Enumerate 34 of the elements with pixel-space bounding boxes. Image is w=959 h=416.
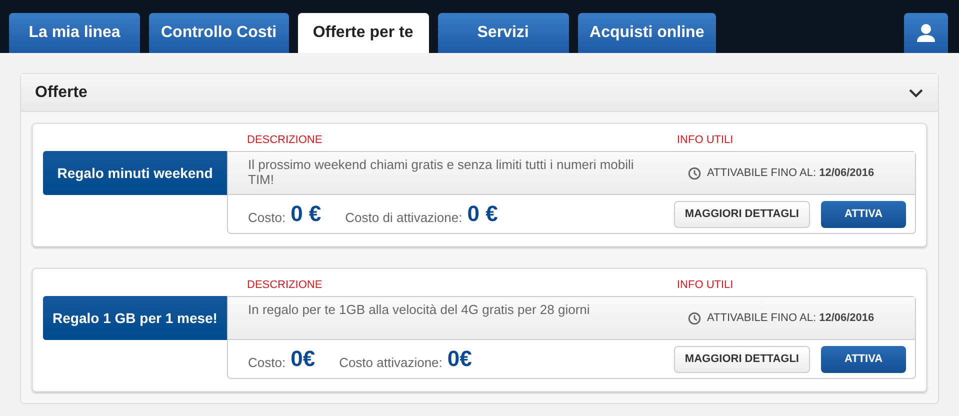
chevron-icon: [908, 88, 924, 98]
nav-tab[interactable]: La mia linea: [9, 13, 140, 53]
cost-label: Costo:: [248, 354, 286, 370]
details-button[interactable]: MAGGIORI DETTAGLI: [674, 200, 810, 228]
column-heading: INFO UTILI: [677, 279, 734, 291]
cost-label: Costo attivazione:: [339, 354, 442, 370]
availability-text: ATTIVABILE FINO AL: 12/06/2016: [707, 312, 874, 324]
activate-button[interactable]: ATTIVA: [821, 200, 906, 228]
nav-tab[interactable]: Servizi: [438, 13, 569, 53]
nav-tab[interactable]: Controllo Costi: [149, 13, 289, 53]
column-heading: INFO UTILI: [677, 134, 734, 146]
clock-icon: [688, 312, 701, 324]
details-button[interactable]: MAGGIORI DETTAGLI: [674, 346, 810, 372]
cost-value: 0 €: [467, 201, 498, 227]
cost-value: 0€: [447, 346, 472, 372]
nav-tab[interactable]: Offerte per te: [298, 13, 429, 53]
cost-label: Costo di attivazione:: [345, 210, 462, 224]
column-heading: DESCRIZIONE: [247, 134, 324, 146]
column-heading: DESCRIZIONE: [247, 279, 324, 291]
account-button[interactable]: [904, 13, 948, 53]
cost-value: 0 €: [290, 201, 322, 227]
cost-label: Costo:: [248, 210, 286, 224]
clock-icon: [688, 166, 701, 180]
cost-value: 0€: [290, 346, 316, 372]
activate-button[interactable]: ATTIVA: [821, 346, 906, 372]
offer-description: In regalo per te 1GB alla velocità del 4G gratis per 28 giorni: [247, 301, 591, 319]
offer-title: Regalo minuti weekend: [43, 151, 227, 195]
nav-tab[interactable]: Acquisti online: [578, 13, 716, 53]
offer-title: Regalo 1 GB per 1 mese!: [43, 296, 227, 340]
availability-text: ATTIVABILE FINO AL: 12/06/2016: [707, 167, 874, 179]
user-icon: [916, 23, 936, 43]
panel-header[interactable]: Offerte: [21, 74, 938, 112]
panel-title: Offerte: [35, 84, 88, 102]
offer-description: Il prossimo weekend chiami gratis e senza limiti tutti i numeri mobili TIM!: [247, 156, 635, 189]
